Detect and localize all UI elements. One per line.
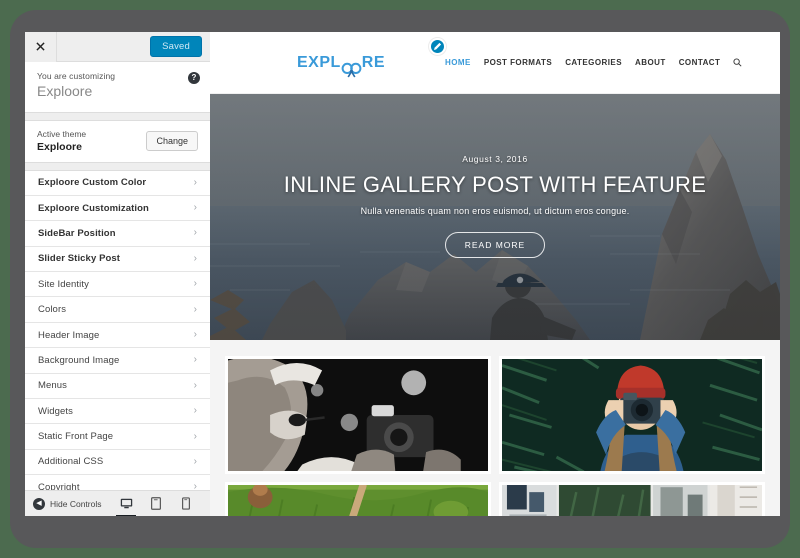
chevron-right-icon: › <box>193 405 197 417</box>
section-item-site-identity[interactable]: Site Identity › <box>25 272 210 298</box>
hero-content: August 3, 2016 INLINE GALLERY POST WITH … <box>210 154 780 258</box>
section-item-additional-css[interactable]: Additional CSS › <box>25 450 210 476</box>
chevron-right-icon: › <box>193 202 197 214</box>
section-label: Exploore Customization <box>38 202 149 214</box>
nav-link-categories[interactable]: CATEGORIES <box>565 58 622 67</box>
customizer-section-list[interactable]: Exploore Custom Color › Exploore Customi… <box>25 169 210 492</box>
gallery-grid <box>210 340 780 516</box>
chevron-right-icon: › <box>193 455 197 467</box>
active-theme-name: Exploore <box>37 140 82 153</box>
gallery-row <box>225 356 765 474</box>
panel-divider <box>25 112 210 120</box>
section-item-static-front-page[interactable]: Static Front Page › <box>25 424 210 450</box>
browser-viewport: Saved You are customizing Exploore ? Act… <box>25 32 780 516</box>
nav-link-home[interactable]: HOME <box>445 58 471 67</box>
section-item-menus[interactable]: Menus › <box>25 374 210 400</box>
theme-divider <box>25 162 210 170</box>
logo-text-after: RE <box>361 53 386 71</box>
section-item-exploore-customization[interactable]: Exploore Customization › <box>25 196 210 222</box>
mobile-preview-icon[interactable] <box>178 494 194 514</box>
logo-text-before: EXPL <box>297 53 341 71</box>
hero-subtitle: Nulla venenatis quam non eros euismod, u… <box>360 206 630 216</box>
read-more-button[interactable]: READ MORE <box>444 232 546 258</box>
customizing-label: You are customizing <box>37 71 116 81</box>
site-preview: EXPL RE HOME POST FORMATS CATEGORIES ABO… <box>210 32 780 516</box>
customizer-sidebar: Saved You are customizing Exploore ? Act… <box>25 32 210 516</box>
help-icon[interactable]: ? <box>188 72 200 84</box>
site-header: EXPL RE HOME POST FORMATS CATEGORIES ABO… <box>210 32 780 94</box>
collapse-icon: ◀ <box>33 497 45 510</box>
hide-controls-button[interactable]: ◀ Hide Controls <box>33 497 102 510</box>
chevron-right-icon: › <box>193 354 197 366</box>
pencil-icon[interactable] <box>429 38 446 55</box>
chevron-right-icon: › <box>193 303 197 315</box>
section-label: Colors <box>38 304 67 316</box>
hero-title: INLINE GALLERY POST WITH FEATURE <box>283 172 707 197</box>
section-label: Site Identity <box>38 278 89 290</box>
nav-link-post-formats[interactable]: POST FORMATS <box>484 58 552 67</box>
device-preview-switcher <box>116 494 194 516</box>
customizing-site-title: Exploore <box>37 83 93 99</box>
gallery-row <box>225 482 765 516</box>
section-label: Additional CSS <box>38 456 104 468</box>
section-label: Header Image <box>38 329 100 341</box>
section-label: Static Front Page <box>38 431 114 443</box>
device-frame: Saved You are customizing Exploore ? Act… <box>10 10 790 548</box>
nav-link-about[interactable]: ABOUT <box>635 58 666 67</box>
customizing-panel: You are customizing Exploore ? <box>25 62 210 113</box>
chevron-right-icon: › <box>193 227 197 239</box>
hero-slider: August 3, 2016 INLINE GALLERY POST WITH … <box>210 94 780 340</box>
hide-controls-label: Hide Controls <box>50 498 102 509</box>
chevron-right-icon: › <box>193 379 197 391</box>
site-nav: HOME POST FORMATS CATEGORIES ABOUT CONTA… <box>445 58 742 67</box>
green-field-photo[interactable] <box>225 482 491 516</box>
customizer-topbar: Saved <box>25 32 210 62</box>
nav-link-contact[interactable]: CONTACT <box>679 58 721 67</box>
customizer-footer: ◀ Hide Controls <box>25 490 210 516</box>
desk-interior-photo[interactable] <box>499 482 765 516</box>
section-label: SideBar Position <box>38 227 116 239</box>
section-item-header-image[interactable]: Header Image › <box>25 323 210 349</box>
chevron-right-icon: › <box>193 278 197 290</box>
site-logo[interactable]: EXPL RE <box>297 53 386 77</box>
section-label: Slider Sticky Post <box>38 253 121 265</box>
section-label: Background Image <box>38 354 120 366</box>
section-item-sidebar-position[interactable]: SideBar Position › <box>25 221 210 247</box>
section-item-background-image[interactable]: Background Image › <box>25 348 210 374</box>
chevron-right-icon: › <box>193 329 197 341</box>
chevron-right-icon: › <box>193 252 197 264</box>
section-item-exploore-custom-color[interactable]: Exploore Custom Color › <box>25 171 210 196</box>
section-item-slider-sticky-post[interactable]: Slider Sticky Post › <box>25 247 210 273</box>
section-label: Widgets <box>38 405 74 417</box>
chevron-right-icon: › <box>193 430 197 442</box>
hero-date: August 3, 2016 <box>462 154 528 164</box>
close-icon[interactable] <box>25 32 57 62</box>
active-theme-row: Active theme Exploore Change <box>25 119 210 163</box>
search-icon[interactable] <box>733 58 742 67</box>
section-item-widgets[interactable]: Widgets › <box>25 399 210 425</box>
section-label: Exploore Custom Color <box>38 177 147 189</box>
photographer-bw-photo[interactable] <box>225 356 491 474</box>
section-item-colors[interactable]: Colors › <box>25 297 210 323</box>
change-theme-button[interactable]: Change <box>146 130 198 151</box>
save-button[interactable]: Saved <box>150 36 202 57</box>
chevron-right-icon: › <box>193 176 197 188</box>
desktop-preview-icon[interactable] <box>116 494 136 516</box>
section-label: Menus <box>38 380 68 392</box>
woman-red-beanie-camera-photo[interactable] <box>499 356 765 474</box>
active-theme-label: Active theme <box>37 128 87 139</box>
tablet-preview-icon[interactable] <box>148 494 164 514</box>
